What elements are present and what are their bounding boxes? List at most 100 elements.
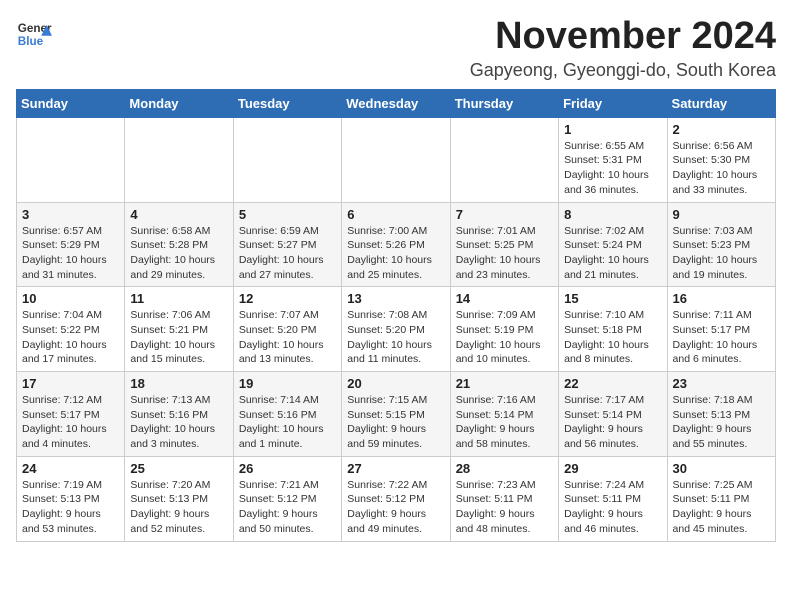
col-friday: Friday bbox=[559, 89, 667, 117]
week-row-5: 24 Sunrise: 7:19 AM Sunset: 5:13 PM Dayli… bbox=[17, 456, 776, 541]
calendar-cell: 21 Sunrise: 7:16 AM Sunset: 5:14 PM Dayli… bbox=[450, 372, 558, 457]
logo: General Blue bbox=[16, 16, 52, 52]
day-number: 23 bbox=[673, 376, 770, 391]
day-number: 12 bbox=[239, 291, 336, 306]
calendar-cell: 12 Sunrise: 7:07 AM Sunset: 5:20 PM Dayli… bbox=[233, 287, 341, 372]
calendar-cell: 25 Sunrise: 7:20 AM Sunset: 5:13 PM Dayli… bbox=[125, 456, 233, 541]
day-number: 15 bbox=[564, 291, 661, 306]
calendar-cell: 23 Sunrise: 7:18 AM Sunset: 5:13 PM Dayli… bbox=[667, 372, 775, 457]
day-info: Sunrise: 7:16 AM Sunset: 5:14 PM Dayligh… bbox=[456, 393, 553, 452]
calendar-cell bbox=[17, 117, 125, 202]
calendar-header-row: Sunday Monday Tuesday Wednesday Thursday… bbox=[17, 89, 776, 117]
calendar-cell: 6 Sunrise: 7:00 AM Sunset: 5:26 PM Daylig… bbox=[342, 202, 450, 287]
day-info: Sunrise: 7:19 AM Sunset: 5:13 PM Dayligh… bbox=[22, 478, 119, 537]
day-info: Sunrise: 7:17 AM Sunset: 5:14 PM Dayligh… bbox=[564, 393, 661, 452]
day-info: Sunrise: 7:08 AM Sunset: 5:20 PM Dayligh… bbox=[347, 308, 444, 367]
calendar-cell: 22 Sunrise: 7:17 AM Sunset: 5:14 PM Dayli… bbox=[559, 372, 667, 457]
calendar-cell: 3 Sunrise: 6:57 AM Sunset: 5:29 PM Daylig… bbox=[17, 202, 125, 287]
day-info: Sunrise: 7:18 AM Sunset: 5:13 PM Dayligh… bbox=[673, 393, 770, 452]
week-row-4: 17 Sunrise: 7:12 AM Sunset: 5:17 PM Dayli… bbox=[17, 372, 776, 457]
calendar-cell: 20Sunrise: 7:15 AM Sunset: 5:15 PM Dayli… bbox=[342, 372, 450, 457]
calendar-cell: 30Sunrise: 7:25 AM Sunset: 5:11 PM Dayli… bbox=[667, 456, 775, 541]
col-wednesday: Wednesday bbox=[342, 89, 450, 117]
day-info: Sunrise: 7:15 AM Sunset: 5:15 PM Dayligh… bbox=[347, 393, 444, 452]
calendar-cell bbox=[342, 117, 450, 202]
calendar-cell: 10 Sunrise: 7:04 AM Sunset: 5:22 PM Dayli… bbox=[17, 287, 125, 372]
day-info: Sunrise: 7:06 AM Sunset: 5:21 PM Dayligh… bbox=[130, 308, 227, 367]
day-number: 6 bbox=[347, 207, 444, 222]
col-monday: Monday bbox=[125, 89, 233, 117]
day-number: 1 bbox=[564, 122, 661, 137]
day-number: 25 bbox=[130, 461, 227, 476]
calendar-cell: 5Sunrise: 6:59 AM Sunset: 5:27 PM Daylig… bbox=[233, 202, 341, 287]
day-number: 16 bbox=[673, 291, 770, 306]
day-number: 22 bbox=[564, 376, 661, 391]
calendar-cell: 15 Sunrise: 7:10 AM Sunset: 5:18 PM Dayli… bbox=[559, 287, 667, 372]
week-row-1: 1Sunrise: 6:55 AM Sunset: 5:31 PM Daylig… bbox=[17, 117, 776, 202]
svg-text:Blue: Blue bbox=[18, 35, 44, 48]
calendar-cell bbox=[450, 117, 558, 202]
day-number: 8 bbox=[564, 207, 661, 222]
day-number: 24 bbox=[22, 461, 119, 476]
calendar-cell: 19 Sunrise: 7:14 AM Sunset: 5:16 PM Dayli… bbox=[233, 372, 341, 457]
title-block: November 2024 Gapyeong, Gyeonggi-do, Sou… bbox=[470, 16, 776, 81]
day-number: 9 bbox=[673, 207, 770, 222]
day-number: 26 bbox=[239, 461, 336, 476]
day-info: Sunrise: 7:23 AM Sunset: 5:11 PM Dayligh… bbox=[456, 478, 553, 537]
calendar-cell: 11Sunrise: 7:06 AM Sunset: 5:21 PM Dayli… bbox=[125, 287, 233, 372]
day-info: Sunrise: 7:07 AM Sunset: 5:20 PM Dayligh… bbox=[239, 308, 336, 367]
day-info: Sunrise: 7:12 AM Sunset: 5:17 PM Dayligh… bbox=[22, 393, 119, 452]
day-number: 13 bbox=[347, 291, 444, 306]
day-info: Sunrise: 7:04 AM Sunset: 5:22 PM Dayligh… bbox=[22, 308, 119, 367]
day-info: Sunrise: 7:03 AM Sunset: 5:23 PM Dayligh… bbox=[673, 224, 770, 283]
month-year-title: November 2024 bbox=[470, 16, 776, 58]
calendar-table: Sunday Monday Tuesday Wednesday Thursday… bbox=[16, 89, 776, 542]
day-info: Sunrise: 7:09 AM Sunset: 5:19 PM Dayligh… bbox=[456, 308, 553, 367]
calendar-cell: 4 Sunrise: 6:58 AM Sunset: 5:28 PM Daylig… bbox=[125, 202, 233, 287]
day-info: Sunrise: 7:20 AM Sunset: 5:13 PM Dayligh… bbox=[130, 478, 227, 537]
day-number: 2 bbox=[673, 122, 770, 137]
day-number: 7 bbox=[456, 207, 553, 222]
logo-icon: General Blue bbox=[16, 16, 52, 52]
day-number: 17 bbox=[22, 376, 119, 391]
col-tuesday: Tuesday bbox=[233, 89, 341, 117]
week-row-3: 10 Sunrise: 7:04 AM Sunset: 5:22 PM Dayli… bbox=[17, 287, 776, 372]
day-info: Sunrise: 6:58 AM Sunset: 5:28 PM Dayligh… bbox=[130, 224, 227, 283]
col-sunday: Sunday bbox=[17, 89, 125, 117]
day-number: 14 bbox=[456, 291, 553, 306]
day-info: Sunrise: 7:24 AM Sunset: 5:11 PM Dayligh… bbox=[564, 478, 661, 537]
page-header: General Blue November 2024 Gapyeong, Gye… bbox=[16, 16, 776, 81]
calendar-cell: 24 Sunrise: 7:19 AM Sunset: 5:13 PM Dayli… bbox=[17, 456, 125, 541]
day-info: Sunrise: 7:00 AM Sunset: 5:26 PM Dayligh… bbox=[347, 224, 444, 283]
calendar-cell: 1Sunrise: 6:55 AM Sunset: 5:31 PM Daylig… bbox=[559, 117, 667, 202]
calendar-cell: 18 Sunrise: 7:13 AM Sunset: 5:16 PM Dayli… bbox=[125, 372, 233, 457]
day-number: 28 bbox=[456, 461, 553, 476]
calendar-cell: 8 Sunrise: 7:02 AM Sunset: 5:24 PM Daylig… bbox=[559, 202, 667, 287]
calendar-cell: 17 Sunrise: 7:12 AM Sunset: 5:17 PM Dayli… bbox=[17, 372, 125, 457]
day-number: 19 bbox=[239, 376, 336, 391]
day-info: Sunrise: 7:13 AM Sunset: 5:16 PM Dayligh… bbox=[130, 393, 227, 452]
calendar-cell: 27Sunrise: 7:22 AM Sunset: 5:12 PM Dayli… bbox=[342, 456, 450, 541]
day-info: Sunrise: 7:01 AM Sunset: 5:25 PM Dayligh… bbox=[456, 224, 553, 283]
day-number: 21 bbox=[456, 376, 553, 391]
location-subtitle: Gapyeong, Gyeonggi-do, South Korea bbox=[470, 60, 776, 81]
day-info: Sunrise: 7:22 AM Sunset: 5:12 PM Dayligh… bbox=[347, 478, 444, 537]
day-info: Sunrise: 7:25 AM Sunset: 5:11 PM Dayligh… bbox=[673, 478, 770, 537]
col-saturday: Saturday bbox=[667, 89, 775, 117]
col-thursday: Thursday bbox=[450, 89, 558, 117]
day-number: 18 bbox=[130, 376, 227, 391]
day-info: Sunrise: 7:14 AM Sunset: 5:16 PM Dayligh… bbox=[239, 393, 336, 452]
calendar-cell: 26Sunrise: 7:21 AM Sunset: 5:12 PM Dayli… bbox=[233, 456, 341, 541]
calendar-cell: 7 Sunrise: 7:01 AM Sunset: 5:25 PM Daylig… bbox=[450, 202, 558, 287]
day-number: 10 bbox=[22, 291, 119, 306]
day-info: Sunrise: 7:02 AM Sunset: 5:24 PM Dayligh… bbox=[564, 224, 661, 283]
day-info: Sunrise: 7:10 AM Sunset: 5:18 PM Dayligh… bbox=[564, 308, 661, 367]
day-number: 3 bbox=[22, 207, 119, 222]
calendar-cell bbox=[125, 117, 233, 202]
day-number: 29 bbox=[564, 461, 661, 476]
day-number: 4 bbox=[130, 207, 227, 222]
day-info: Sunrise: 6:56 AM Sunset: 5:30 PM Dayligh… bbox=[673, 139, 770, 198]
calendar-cell: 2 Sunrise: 6:56 AM Sunset: 5:30 PM Daylig… bbox=[667, 117, 775, 202]
day-info: Sunrise: 6:57 AM Sunset: 5:29 PM Dayligh… bbox=[22, 224, 119, 283]
calendar-cell bbox=[233, 117, 341, 202]
